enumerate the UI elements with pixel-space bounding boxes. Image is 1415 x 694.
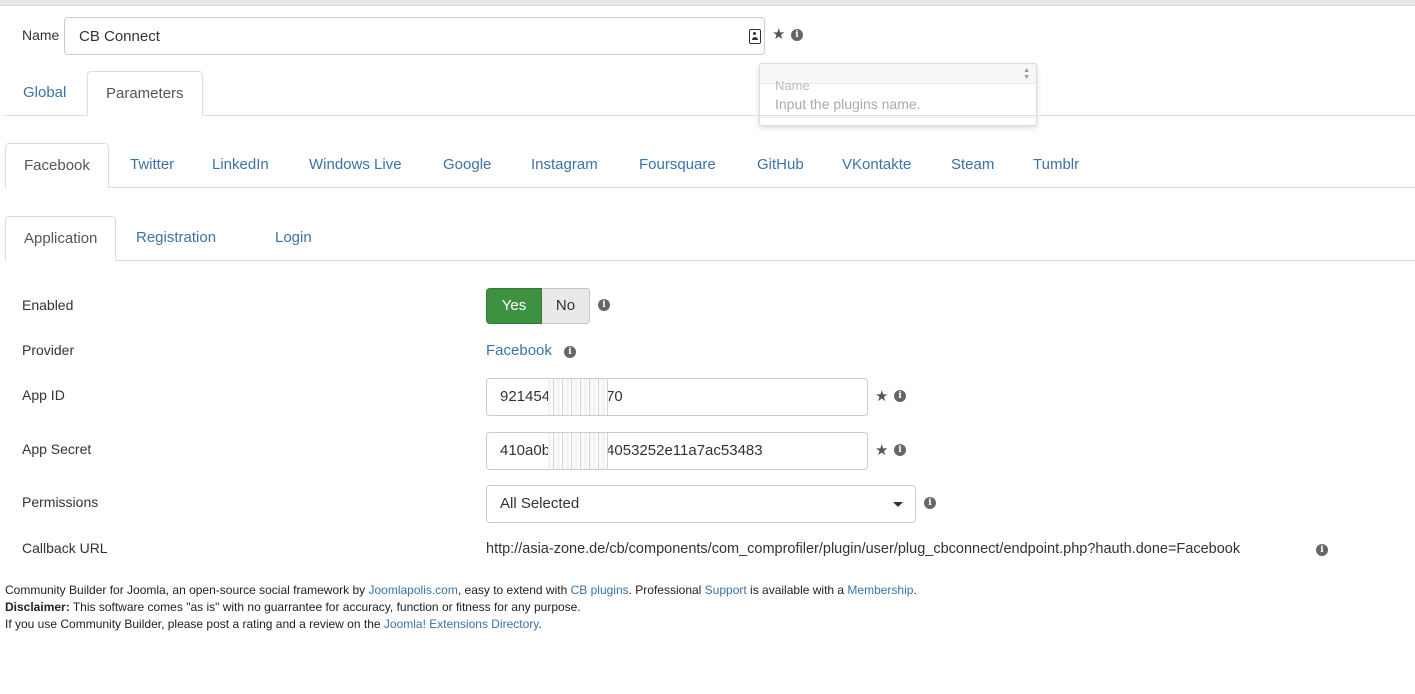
info-icon[interactable]: i bbox=[564, 346, 576, 358]
support-link[interactable]: Support bbox=[705, 583, 747, 597]
tab-application[interactable]: Application bbox=[5, 216, 117, 261]
tab-steam[interactable]: Steam bbox=[933, 155, 1012, 175]
name-label: Name bbox=[22, 27, 60, 43]
disclaimer-label: Disclaimer: bbox=[5, 600, 70, 614]
tab-login[interactable]: Login bbox=[257, 228, 330, 248]
app-secret-input[interactable]: 410a0b 4053252e11a7ac53483 bbox=[486, 432, 868, 470]
app-id-input[interactable]: 921454 70 bbox=[486, 378, 868, 416]
permissions-label: Permissions bbox=[22, 494, 99, 510]
callback-url-label: Callback URL bbox=[22, 540, 108, 556]
star-icon[interactable]: ★ bbox=[875, 443, 888, 458]
footer-text: . bbox=[538, 617, 542, 631]
tab-facebook[interactable]: Facebook bbox=[5, 143, 109, 188]
callback-url-value: http://asia-zone.de/cb/components/com_co… bbox=[486, 541, 1241, 557]
jed-link[interactable]: Joomla! Extensions Directory bbox=[384, 617, 539, 631]
tab-registration[interactable]: Registration bbox=[118, 228, 234, 248]
info-icon[interactable]: i bbox=[598, 299, 610, 311]
info-icon[interactable]: i bbox=[924, 497, 936, 509]
redacted-blur bbox=[548, 379, 609, 415]
enabled-label: Enabled bbox=[22, 297, 74, 313]
provider-link[interactable]: Facebook bbox=[486, 342, 552, 359]
info-icon[interactable]: i bbox=[894, 444, 906, 456]
info-icon[interactable]: i bbox=[1316, 544, 1328, 556]
enabled-toggle: Yes No bbox=[486, 288, 590, 324]
app-id-prefix: 921454 bbox=[500, 388, 551, 405]
star-icon[interactable]: ★ bbox=[875, 389, 888, 404]
redacted-blur bbox=[548, 433, 609, 469]
tab-instagram[interactable]: Instagram bbox=[513, 155, 616, 175]
contact-card-icon[interactable] bbox=[749, 29, 761, 44]
tab-twitter[interactable]: Twitter bbox=[112, 155, 192, 175]
tooltip-bottom bbox=[760, 117, 1036, 125]
tab-parameters[interactable]: Parameters bbox=[87, 71, 203, 116]
footer-text: Community Builder for Joomla, an open-so… bbox=[5, 583, 369, 597]
app-secret-prefix: 410a0b bbox=[500, 442, 551, 459]
footer-line-3: If you use Community Builder, please pos… bbox=[5, 616, 917, 633]
membership-link[interactable]: Membership bbox=[847, 583, 913, 597]
info-icon[interactable]: i bbox=[791, 29, 803, 41]
tab-foursquare[interactable]: Foursquare bbox=[621, 155, 734, 175]
tab-windows-live[interactable]: Windows Live bbox=[291, 155, 420, 175]
app-id-suffix: 70 bbox=[606, 388, 623, 405]
app-secret-suffix: 4053252e11a7ac53483 bbox=[606, 442, 763, 459]
footer-text: If you use Community Builder, please pos… bbox=[5, 617, 384, 631]
tab-tumblr[interactable]: Tumblr bbox=[1015, 155, 1097, 175]
provider-label: Provider bbox=[22, 342, 75, 358]
enabled-yes-button[interactable]: Yes bbox=[486, 288, 542, 324]
joomlapolis-link[interactable]: Joomlapolis.com bbox=[368, 583, 457, 597]
permissions-select[interactable]: All Selected bbox=[486, 485, 916, 523]
star-icon[interactable]: ★ bbox=[772, 27, 785, 42]
tab-linkedin[interactable]: LinkedIn bbox=[194, 155, 287, 175]
name-input[interactable] bbox=[64, 17, 765, 55]
app-secret-label: App Secret bbox=[22, 441, 92, 457]
footer: Community Builder for Joomla, an open-so… bbox=[5, 582, 917, 633]
footer-text: . Professional bbox=[628, 583, 705, 597]
provider-tabs: Facebook Twitter LinkedIn Windows Live G… bbox=[5, 143, 1415, 188]
permissions-value: All Selected bbox=[500, 495, 580, 512]
tab-vkontakte[interactable]: VKontakte bbox=[824, 155, 929, 175]
tab-global[interactable]: Global bbox=[5, 83, 84, 115]
app-id-label: App ID bbox=[22, 387, 65, 403]
footer-text: is available with a bbox=[746, 583, 848, 597]
tab-google[interactable]: Google bbox=[425, 155, 509, 175]
footer-text: , easy to extend with bbox=[457, 583, 571, 597]
enabled-no-button[interactable]: No bbox=[542, 288, 590, 324]
footer-line-1: Community Builder for Joomla, an open-so… bbox=[5, 582, 917, 599]
disclaimer-text: This software comes "as is" with no guar… bbox=[69, 600, 581, 614]
footer-line-2: Disclaimer: This software comes "as is" … bbox=[5, 599, 917, 616]
caret-down-icon bbox=[893, 502, 903, 507]
info-icon[interactable]: i bbox=[894, 390, 906, 402]
tab-github[interactable]: GitHub bbox=[739, 155, 822, 175]
footer-text: . bbox=[913, 583, 917, 597]
top-border bbox=[0, 0, 1415, 6]
sub-tabs: Application Registration Login bbox=[5, 216, 1415, 261]
cb-plugins-link[interactable]: CB plugins bbox=[571, 583, 629, 597]
main-tabs: Global Parameters bbox=[5, 71, 1415, 116]
